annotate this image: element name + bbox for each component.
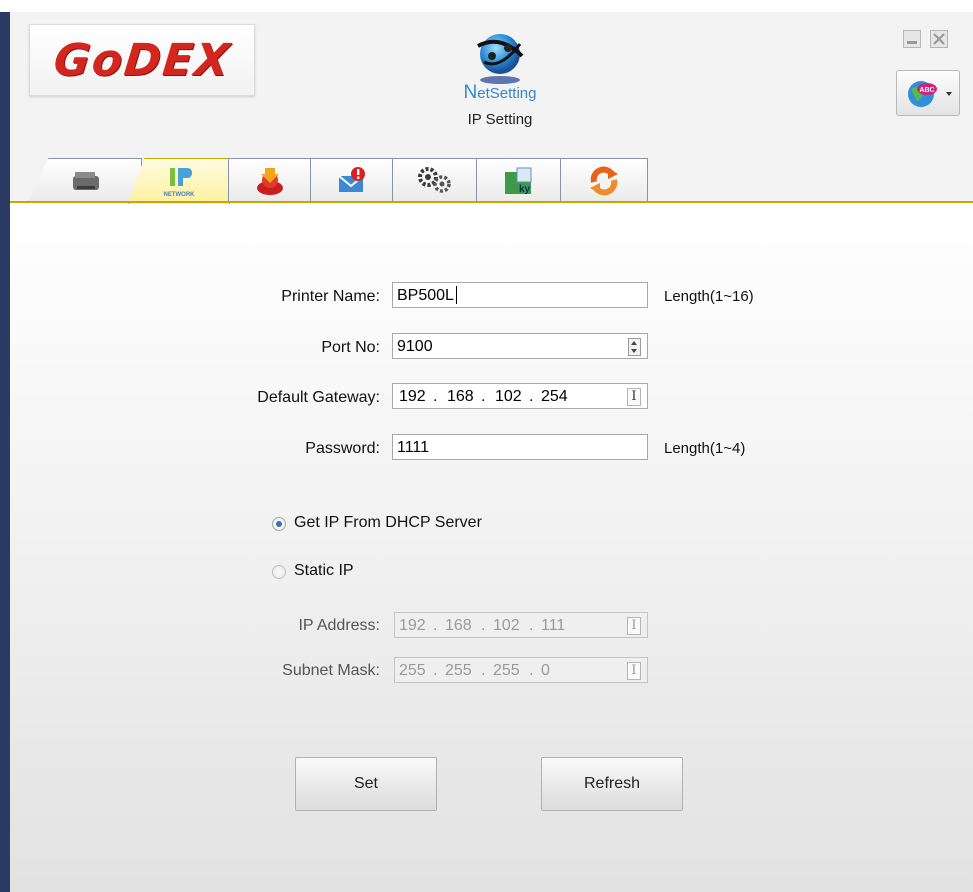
- gateway-octet-4: 254: [541, 388, 568, 405]
- gateway-octet-3: 102: [495, 388, 522, 405]
- language-globe-icon: ABC: [908, 81, 952, 107]
- app-name-initial: N: [463, 82, 478, 103]
- ip-address-input[interactable]: 192 . 168 . 102 . 111 I: [394, 612, 648, 638]
- close-icon[interactable]: [930, 30, 948, 48]
- tab-download[interactable]: [228, 158, 312, 202]
- dhcp-radio[interactable]: [272, 517, 286, 531]
- netsetting-window: GoDEX NetSetting IP Setting ABC NETWORK …: [0, 0, 973, 892]
- printer-name-hint: Length(1~16): [664, 288, 754, 305]
- port-stepper[interactable]: 9100: [392, 333, 648, 359]
- tab-refresh[interactable]: [560, 158, 648, 202]
- ibeam-icon: I: [627, 388, 641, 406]
- ip-dot: .: [529, 662, 534, 679]
- gears-icon: [418, 166, 451, 193]
- page-title: IP Setting: [467, 111, 533, 128]
- app-name: NetSetting: [450, 82, 550, 104]
- set-button[interactable]: Set: [295, 757, 437, 811]
- text-caret: [456, 286, 457, 304]
- ip-dot: .: [481, 617, 486, 634]
- gateway-octet-2: 168: [447, 388, 474, 405]
- subnet-mask-label: Subnet Mask:: [282, 662, 380, 679]
- printer-name-input[interactable]: BP500L: [392, 282, 648, 308]
- refresh-button[interactable]: Refresh: [541, 757, 683, 811]
- printer-name-label: Printer Name:: [281, 288, 380, 305]
- logo-text: GoDEX: [50, 34, 234, 86]
- ip-dot: .: [481, 662, 486, 679]
- app-name-rest: etSetting: [477, 85, 537, 102]
- password-hint: Length(1~4): [664, 440, 746, 457]
- netsetting-globe-icon: [477, 34, 524, 84]
- ip-dot: .: [529, 617, 534, 634]
- svg-text:ky: ky: [519, 184, 531, 195]
- header: GoDEX NetSetting IP Setting ABC: [10, 12, 973, 153]
- subnet-octet-4: 0: [541, 662, 550, 679]
- password-value: 1111: [397, 439, 430, 456]
- ip-dot: .: [433, 388, 438, 405]
- ip-octet-2: 168: [445, 617, 472, 634]
- ip-setting-panel: Printer Name: BP500L Length(1~16) Port N…: [10, 204, 973, 892]
- window-left-edge: [0, 12, 10, 892]
- refresh-arrows-icon: [590, 166, 618, 195]
- tab-mail-alert[interactable]: [310, 158, 394, 202]
- ibeam-icon: I: [627, 617, 641, 635]
- static-ip-radio-label[interactable]: Static IP: [294, 562, 354, 580]
- tab-keyboard[interactable]: ky: [476, 158, 562, 202]
- ip-dot: .: [481, 388, 486, 405]
- svg-text:ABC: ABC: [919, 87, 934, 94]
- godex-logo: GoDEX: [29, 24, 255, 96]
- dhcp-radio-label[interactable]: Get IP From DHCP Server: [294, 514, 482, 532]
- subnet-octet-1: 255: [399, 662, 426, 679]
- ip-address-label: IP Address:: [298, 617, 380, 634]
- spin-arrows-icon[interactable]: [628, 338, 641, 356]
- password-label: Password:: [305, 440, 380, 457]
- printer-icon: [73, 171, 99, 190]
- static-ip-radio[interactable]: [272, 565, 286, 579]
- download-icon: [257, 167, 283, 195]
- ip-dot: .: [529, 388, 534, 405]
- tab-ip-network[interactable]: NETWORK: [128, 158, 230, 204]
- ip-octet-1: 192: [399, 617, 426, 634]
- subnet-mask-input[interactable]: 255 . 255 . 255 . 0 I: [394, 657, 648, 683]
- subnet-octet-2: 255: [445, 662, 472, 679]
- gateway-octet-1: 192: [399, 388, 426, 405]
- gateway-label: Default Gateway:: [257, 389, 380, 406]
- password-input[interactable]: 1111: [392, 434, 648, 460]
- ip-network-icon: NETWORK: [164, 167, 196, 198]
- ip-octet-3: 102: [493, 617, 520, 634]
- subnet-octet-3: 255: [493, 662, 520, 679]
- port-label: Port No:: [321, 339, 380, 356]
- tab-strip: NETWORK ky: [10, 152, 973, 204]
- gateway-ip-input[interactable]: 192 . 168 . 102 . 254 I: [392, 383, 648, 409]
- ip-dot: .: [433, 617, 438, 634]
- mail-alert-icon: [338, 166, 365, 192]
- ip-dot: .: [433, 662, 438, 679]
- language-button[interactable]: ABC: [896, 70, 960, 116]
- printer-name-value: BP500L: [397, 287, 454, 304]
- svg-text:NETWORK: NETWORK: [164, 192, 196, 198]
- tab-printer[interactable]: [28, 158, 142, 202]
- tab-settings[interactable]: [392, 158, 478, 202]
- keyboard-icon: ky: [505, 167, 532, 195]
- ibeam-icon: I: [627, 662, 641, 680]
- minimize-icon[interactable]: [903, 30, 921, 48]
- tab-underline: [10, 201, 973, 203]
- ip-octet-4: 111: [541, 617, 566, 634]
- port-value: 9100: [397, 338, 433, 355]
